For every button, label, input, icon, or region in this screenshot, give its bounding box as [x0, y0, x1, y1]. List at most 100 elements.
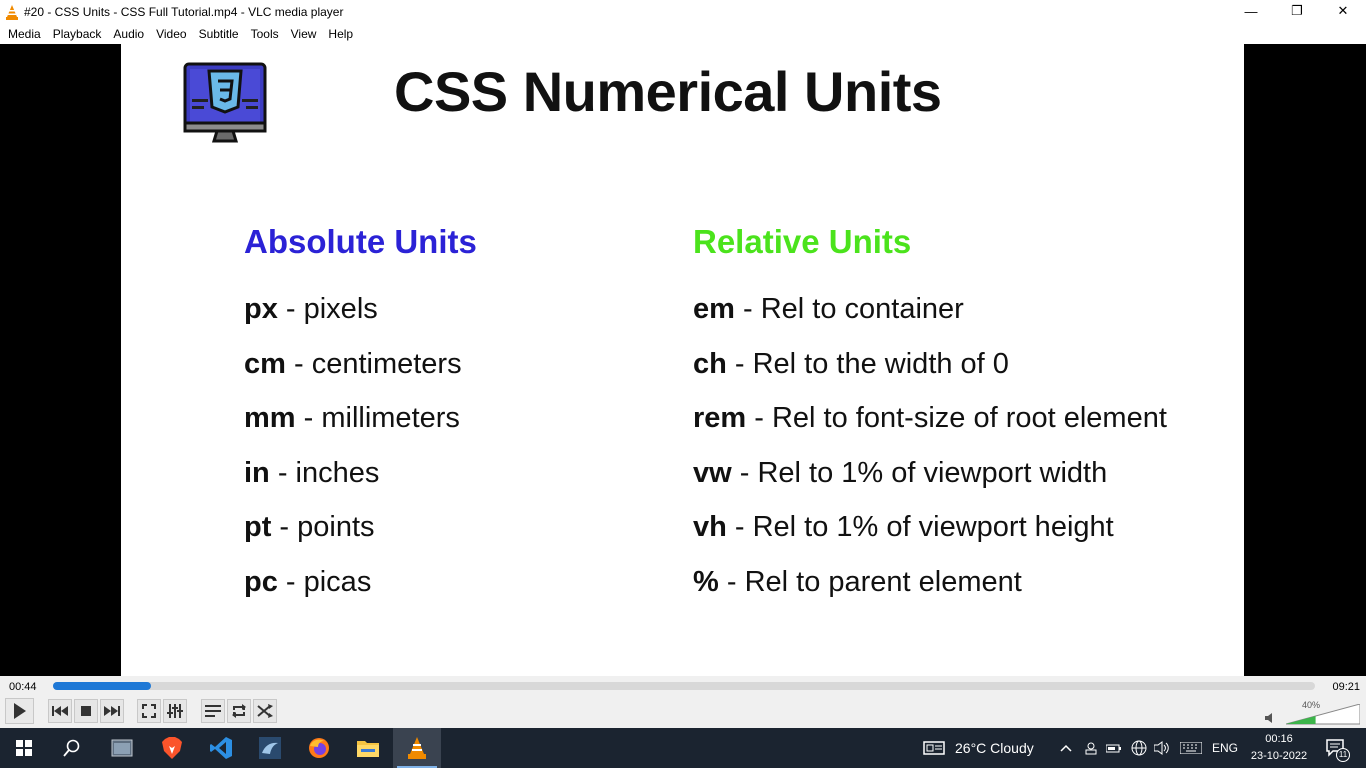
unit-name: % [693, 565, 719, 598]
start-button[interactable] [0, 728, 48, 768]
extended-settings-button[interactable] [163, 699, 187, 723]
battery-icon[interactable] [1106, 742, 1122, 754]
app-window-icon [111, 739, 133, 757]
menu-help[interactable]: Help [322, 27, 359, 41]
taskbar-brave[interactable] [148, 728, 196, 768]
shuffle-button[interactable] [253, 699, 277, 723]
previous-button[interactable] [48, 699, 72, 723]
playlist-button[interactable] [201, 699, 225, 723]
unit-row: rem - Rel to font-size of root element [693, 398, 1167, 453]
play-icon [13, 703, 26, 719]
menu-view[interactable]: View [285, 27, 323, 41]
clock-date: 23-10-2022 [1250, 750, 1308, 762]
relative-units-heading: Relative Units [693, 223, 912, 260]
shuffle-icon [257, 704, 273, 718]
chevron-up-icon[interactable] [1060, 744, 1072, 752]
unit-row: em - Rel to container [693, 289, 1167, 344]
playlist-icon [205, 705, 221, 717]
unit-description: - picas [277, 565, 372, 598]
elapsed-time: 00:44 [9, 681, 37, 693]
window-title: #20 - CSS Units - CSS Full Tutorial.mp4 … [24, 5, 344, 19]
seek-bar-fill [53, 682, 152, 690]
unit-name: ch [693, 347, 727, 380]
volume-icon[interactable] [1154, 741, 1170, 755]
menu-audio[interactable]: Audio [107, 27, 150, 41]
maximize-button[interactable]: ❐ [1274, 0, 1320, 22]
meet-now-icon[interactable] [1084, 741, 1098, 755]
dolphin-icon [259, 737, 281, 759]
taskbar-vlc[interactable] [393, 728, 441, 768]
css3-monitor-logo [183, 61, 267, 145]
taskbar-app-window[interactable] [98, 728, 146, 768]
minimize-button[interactable]: — [1228, 0, 1274, 22]
unit-description: - Rel to 1% of viewport width [731, 456, 1108, 489]
weather-text[interactable]: 26°C Cloudy [955, 740, 1034, 756]
unit-row: vw - Rel to 1% of viewport width [693, 453, 1167, 508]
keyboard-icon[interactable] [1180, 742, 1202, 754]
unit-description: - Rel to parent element [718, 565, 1022, 598]
unit-row: % - Rel to parent element [693, 562, 1167, 617]
stop-icon [81, 706, 91, 716]
next-button[interactable] [100, 699, 124, 723]
taskbar-firefox[interactable] [295, 728, 343, 768]
unit-row: mm - millimeters [244, 398, 477, 453]
unit-description: - Rel to container [734, 293, 964, 325]
total-time[interactable]: 09:21 [1332, 681, 1360, 693]
unit-name: px [244, 293, 278, 325]
clock[interactable]: 00:16 23-10-2022 [1243, 731, 1315, 765]
taskbar-mysql-workbench[interactable] [246, 728, 294, 768]
menu-media[interactable]: Media [2, 27, 47, 41]
taskbar-vscode[interactable] [197, 728, 245, 768]
fullscreen-button[interactable] [137, 699, 161, 723]
unit-description: - pixels [277, 293, 378, 325]
search-button[interactable] [48, 728, 96, 768]
title-bar: #20 - CSS Units - CSS Full Tutorial.mp4 … [0, 0, 1366, 24]
unit-description: - Rel to the width of 0 [726, 347, 1009, 380]
vscode-icon [210, 737, 232, 759]
video-area[interactable]: CSS Numerical Units Absolute Units px - … [0, 44, 1366, 676]
search-icon [63, 739, 80, 757]
unit-description: - millimeters [295, 402, 460, 434]
unit-name: em [693, 293, 735, 325]
menu-playback[interactable]: Playback [47, 27, 108, 41]
unit-row: px - pixels [244, 289, 477, 344]
close-button[interactable]: ✕ [1320, 0, 1366, 22]
clock-time: 00:16 [1265, 733, 1293, 745]
stop-button[interactable] [74, 699, 98, 723]
unit-row: vh - Rel to 1% of viewport height [693, 507, 1167, 562]
loop-icon [232, 704, 246, 718]
loop-button[interactable] [227, 699, 251, 723]
absolute-units-column: Absolute Units px - pixels cm - centimet… [244, 222, 477, 616]
unit-name: cm [244, 347, 286, 380]
menu-video[interactable]: Video [150, 27, 192, 41]
menu-bar: Media Playback Audio Video Subtitle Tool… [0, 24, 1366, 44]
speaker-icon[interactable] [1265, 712, 1277, 724]
seek-bar[interactable] [53, 682, 1315, 690]
unit-name: pt [244, 511, 272, 543]
minimize-icon: — [1244, 3, 1258, 19]
network-globe-icon[interactable] [1131, 740, 1147, 756]
weather-icon [923, 741, 945, 755]
unit-row: pc - picas [244, 562, 477, 617]
equalizer-icon [167, 704, 183, 718]
volume-wedge [1286, 704, 1360, 725]
notifications-button[interactable]: 11 [1318, 728, 1366, 768]
menu-tools[interactable]: Tools [245, 27, 285, 41]
windows-icon [16, 740, 32, 756]
volume-slider[interactable]: 40% [1286, 700, 1360, 726]
unit-name: vh [693, 511, 727, 543]
taskbar-file-explorer[interactable] [344, 728, 392, 768]
fullscreen-icon [142, 704, 156, 718]
taskbar: 26°C Cloudy ENG 00:16 23-10-2022 11 [0, 728, 1366, 768]
unit-row: in - inches [244, 453, 477, 508]
next-icon [104, 706, 120, 716]
unit-description: - centimeters [285, 347, 462, 380]
relative-units-column: Relative Units em - Rel to container ch … [693, 222, 1167, 616]
unit-name: rem [693, 402, 747, 434]
language-indicator[interactable]: ENG [1212, 741, 1238, 755]
restore-icon: ❐ [1291, 3, 1303, 18]
notification-badge: 11 [1336, 748, 1350, 762]
menu-subtitle[interactable]: Subtitle [193, 27, 245, 41]
firefox-icon [309, 738, 329, 758]
play-button[interactable] [5, 698, 34, 724]
